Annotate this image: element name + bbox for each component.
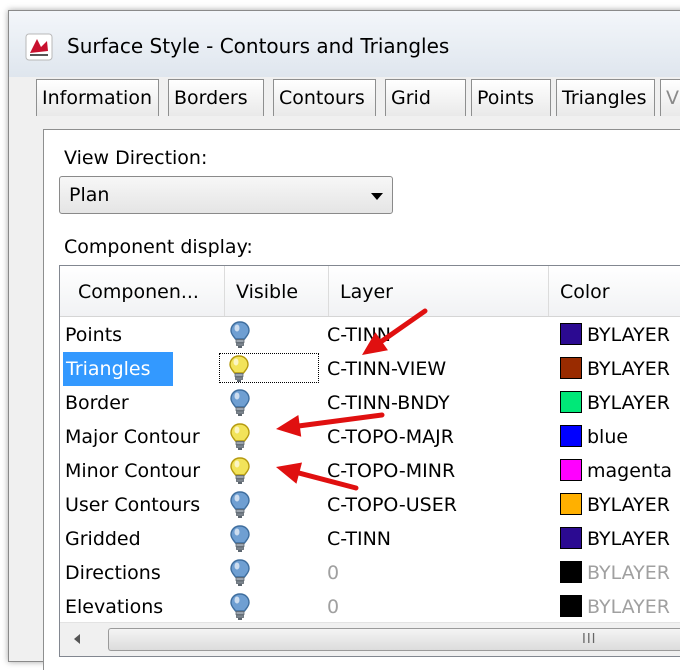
tab-grid[interactable]: Grid [385,79,466,116]
color-name: BYLAYER [587,562,670,584]
color-name: BYLAYER [587,392,670,414]
component-name[interactable]: Triangles [63,352,173,386]
table-row[interactable]: Triangles C-TINN-VIEW BYLAYER [60,352,680,386]
column-divider[interactable] [328,266,329,316]
color-cell[interactable]: BYLAYER [560,352,670,386]
component-name[interactable]: Directions [65,556,161,590]
table-row[interactable]: User Contours C-TOPO-USER BYLAYER [60,488,680,522]
table-row[interactable]: Border C-TINN-BNDY BYLAYER [60,386,680,420]
color-cell[interactable]: BYLAYER [560,590,670,624]
layer-name[interactable]: C-TINN-VIEW [327,352,446,386]
component-name[interactable]: Elevations [65,590,163,624]
color-name: BYLAYER [587,528,670,550]
layer-name[interactable]: C-TOPO-MAJR [327,420,454,454]
layer-name[interactable]: C-TOPO-USER [327,488,457,522]
component-name[interactable]: User Contours [65,488,200,522]
view-direction-label: View Direction: [64,147,208,169]
color-swatch [560,356,582,379]
view-direction-value: Plan [69,184,110,206]
column-divider[interactable] [548,266,549,316]
table-row[interactable]: Points C-TINN BYLAYER [60,318,680,352]
lightbulb-on-icon[interactable] [228,590,258,624]
color-swatch [560,390,582,413]
table-row[interactable]: Elevations 0 BYLAYER [60,590,680,624]
column-header-color[interactable]: Color [550,266,680,316]
component-name[interactable]: Points [65,318,122,352]
color-cell[interactable]: BYLAYER [560,386,670,420]
chevron-down-icon [371,193,383,200]
tab-borders[interactable]: Borders [168,79,264,116]
table-row[interactable]: Minor Contour C-TOPO-MINR magenta [60,454,680,488]
table-row[interactable]: Directions 0 BYLAYER [60,556,680,590]
lightbulb-off-icon[interactable] [228,454,258,488]
table-row[interactable]: Gridded C-TINN BYLAYER [60,522,680,556]
component-display-list[interactable]: Componen... Visible Layer Color Points C-… [59,265,680,657]
color-name: BYLAYER [587,596,670,618]
layer-name[interactable]: 0 [327,556,339,590]
color-name: magenta [587,460,673,482]
color-name: BYLAYER [587,358,670,380]
layer-name[interactable]: C-TOPO-MINR [327,454,455,488]
lightbulb-on-icon[interactable] [228,318,258,352]
lightbulb-off-icon[interactable] [228,420,258,454]
lightbulb-on-icon[interactable] [228,488,258,522]
layer-name[interactable]: 0 [327,590,339,624]
layer-name[interactable]: C-TINN [327,522,391,556]
color-swatch [560,458,582,481]
column-header-visible[interactable]: Visible [226,266,328,316]
color-cell[interactable]: BYLAYER [560,522,670,556]
lightbulb-on-icon[interactable] [228,556,258,590]
tab-points[interactable]: Points [471,79,551,116]
color-swatch [560,560,582,583]
lightbulb-on-icon[interactable] [228,522,258,556]
tab-contours[interactable]: Contours [273,79,376,116]
color-cell[interactable]: BYLAYER [560,488,670,522]
lightbulb-off-icon[interactable] [219,353,319,383]
color-name: BYLAYER [587,324,670,346]
column-header-layer[interactable]: Layer [330,266,548,316]
table-row[interactable]: Major Contour C-TOPO-MAJR blue [60,420,680,454]
color-cell[interactable]: blue [560,420,628,454]
component-name[interactable]: Border [65,386,129,420]
color-swatch [560,424,582,447]
component-name[interactable]: Minor Contour [65,454,200,488]
scrollbar-thumb[interactable]: III [108,628,680,651]
column-divider[interactable] [224,266,225,316]
civil3d-app-icon [25,33,53,61]
tab-triangles[interactable]: Triangles [556,79,655,116]
tab-information[interactable]: Information [36,79,159,116]
color-cell[interactable]: BYLAYER [560,556,670,590]
color-cell[interactable]: BYLAYER [560,318,670,352]
color-swatch [560,322,582,345]
list-header: Componen... Visible Layer Color [60,266,680,317]
scroll-left-arrow-icon[interactable] [74,634,80,644]
lightbulb-on-icon[interactable] [228,386,258,420]
column-header-component[interactable]: Componen... [68,266,224,316]
scrollbar-grip: III [582,632,597,647]
window-title: Surface Style - Contours and Triangles [67,34,450,58]
color-name: BYLAYER [587,494,670,516]
color-swatch [560,526,582,549]
layer-name[interactable]: C-TINN-BNDY [327,386,450,420]
color-swatch [560,594,582,617]
component-name[interactable]: Major Contour [65,420,200,454]
color-swatch [560,492,582,515]
tab-truncated[interactable]: V [660,79,680,116]
color-name: blue [587,426,629,448]
color-cell[interactable]: magenta [560,454,672,488]
component-display-label: Component display: [64,236,253,258]
horizontal-scrollbar[interactable]: III [60,622,680,656]
title-bar[interactable]: Surface Style - Contours and Triangles [9,11,680,77]
component-name[interactable]: Gridded [65,522,141,556]
view-direction-dropdown[interactable]: Plan [59,176,393,214]
layer-name[interactable]: C-TINN [327,318,391,352]
